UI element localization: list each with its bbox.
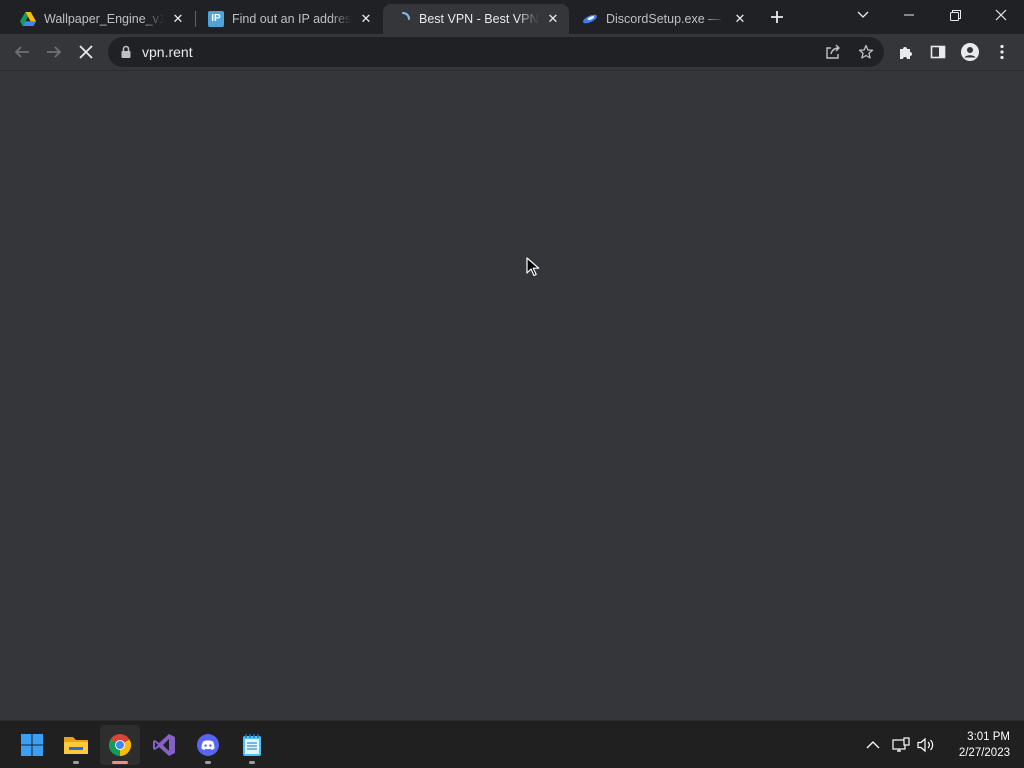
url-text[interactable]: vpn.rent — [142, 44, 193, 60]
chrome-icon — [109, 734, 131, 756]
taskbar-file-explorer[interactable] — [56, 725, 96, 765]
restore-button[interactable] — [932, 0, 978, 30]
volume-button[interactable] — [916, 735, 936, 755]
tab-title: Find out an IP address — [232, 12, 352, 26]
active-indicator — [112, 761, 128, 764]
ip-favicon-label: IP — [208, 11, 224, 27]
taskbar-chrome[interactable] — [100, 725, 140, 765]
tab-wallpaper-engine[interactable]: Wallpaper_Engine_v1.6 ✕ — [8, 4, 194, 34]
close-tab-icon[interactable]: ✕ — [358, 11, 374, 27]
system-clock[interactable]: 3:01 PM 2/27/2023 — [940, 729, 1010, 761]
minimize-button[interactable] — [886, 0, 932, 30]
side-panel-icon — [930, 45, 946, 59]
page-viewport[interactable] — [0, 71, 1024, 720]
yandex-disk-icon — [582, 11, 598, 27]
running-indicator — [249, 761, 255, 764]
back-arrow-icon — [14, 46, 29, 58]
share-icon — [826, 44, 840, 59]
star-icon — [858, 44, 874, 59]
notepad-icon — [243, 734, 261, 756]
chevron-down-icon — [857, 11, 869, 18]
stop-loading-button[interactable] — [72, 38, 100, 66]
extensions-button[interactable] — [892, 38, 920, 66]
close-icon — [995, 9, 1007, 21]
plus-icon — [771, 11, 783, 23]
tab-discord-setup[interactable]: DiscordSetup.exe — Яндекс ✕ — [570, 4, 756, 34]
close-tab-icon[interactable]: ✕ — [170, 11, 186, 27]
clock-time: 3:01 PM — [967, 731, 1010, 743]
kebab-menu-icon — [1000, 44, 1004, 60]
tab-strip: Wallpaper_Engine_v1.6 ✕ IP Find out an I… — [0, 0, 1024, 34]
start-button[interactable] — [12, 725, 52, 765]
discord-icon — [197, 734, 219, 756]
share-button[interactable] — [823, 42, 843, 62]
minimize-icon — [904, 14, 914, 16]
windows-start-icon — [21, 734, 43, 756]
network-icon — [892, 737, 910, 752]
tab-title: Best VPN - Best VPNs for — [419, 12, 539, 26]
windows-taskbar: 3:01 PM 2/27/2023 — [0, 720, 1024, 768]
chevron-up-icon — [866, 741, 880, 749]
back-button[interactable] — [8, 38, 36, 66]
puzzle-icon — [900, 47, 912, 59]
avatar-icon — [961, 43, 979, 61]
tab-ip-address[interactable]: IP Find out an IP address ✕ — [196, 4, 382, 34]
browser-toolbar: vpn.rent — [0, 34, 1024, 71]
close-window-button[interactable] — [978, 0, 1024, 30]
tab-best-vpn[interactable]: Best VPN - Best VPNs for ✕ — [383, 4, 569, 34]
mouse-cursor-icon — [526, 257, 540, 277]
taskbar-notepad[interactable] — [232, 725, 272, 765]
running-indicator — [73, 761, 79, 764]
close-tab-icon[interactable]: ✕ — [545, 11, 561, 27]
google-drive-icon — [20, 11, 36, 27]
folder-icon — [64, 737, 88, 754]
clock-date: 2/27/2023 — [958, 747, 1010, 759]
chrome-menu-button[interactable] — [988, 38, 1016, 66]
forward-arrow-icon — [47, 46, 62, 58]
new-tab-button[interactable] — [764, 5, 790, 29]
restore-icon — [949, 9, 961, 21]
speaker-icon — [917, 737, 934, 753]
close-tab-icon[interactable]: ✕ — [732, 11, 748, 27]
tab-title: DiscordSetup.exe — Яндекс — [606, 12, 726, 26]
tab-search-button[interactable] — [840, 0, 886, 30]
lock-icon[interactable] — [118, 44, 134, 60]
profile-button[interactable] — [956, 38, 984, 66]
forward-button[interactable] — [40, 38, 68, 66]
side-panel-button[interactable] — [924, 38, 952, 66]
taskbar-discord[interactable] — [188, 725, 228, 765]
address-bar[interactable]: vpn.rent — [108, 37, 884, 67]
stop-x-icon — [79, 45, 93, 59]
network-button[interactable] — [891, 735, 911, 755]
taskbar-visual-studio[interactable] — [144, 725, 184, 765]
bookmark-button[interactable] — [856, 42, 876, 62]
running-indicator — [205, 761, 211, 764]
loading-spinner-icon — [395, 11, 411, 27]
ip-icon: IP — [208, 11, 224, 27]
tab-title: Wallpaper_Engine_v1.6 — [44, 12, 164, 26]
show-hidden-icons-button[interactable] — [863, 735, 883, 755]
visual-studio-icon — [153, 734, 175, 756]
